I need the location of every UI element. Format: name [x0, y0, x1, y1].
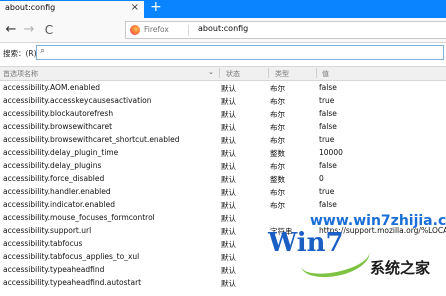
table-row[interactable]: accessibility.AOM.enabled 默认 布尔 false — [0, 81, 446, 94]
watermark-logo: Win7 — [268, 228, 344, 258]
pref-name: accessibility.mouse_focuses_formcontrol — [3, 212, 155, 222]
pref-status: 默认 — [221, 187, 236, 197]
column-header-value[interactable]: 值 — [322, 69, 329, 79]
pref-status: 默认 — [221, 239, 236, 249]
search-label: 搜索：(R) — [3, 49, 37, 58]
table-row[interactable]: accessibility.accesskeycausesactivation 默… — [0, 94, 446, 107]
pref-status: 默认 — [221, 252, 236, 262]
pref-name: accessibility.accesskeycausesactivation — [3, 95, 152, 105]
pref-status: 默认 — [221, 200, 236, 210]
pref-status: 默认 — [221, 122, 236, 132]
search-icon: ⌕ — [40, 46, 46, 56]
pref-status: 默认 — [221, 226, 236, 236]
preferences-table: 首选项名称 ⌄ 状态 类型 值 accessibility.AOM.enable… — [0, 66, 446, 289]
pref-name: accessibility.support.url — [3, 225, 92, 235]
table-row[interactable]: accessibility.browsewithcaret_shortcut.e… — [0, 133, 446, 146]
column-divider[interactable] — [219, 68, 220, 78]
pref-value: 10000 — [319, 147, 343, 157]
watermark-url: www.win7zhijia.cn — [310, 213, 446, 229]
table-row[interactable]: accessibility.blockautorefresh 默认 布尔 false — [0, 107, 446, 120]
pref-type: 布尔 — [270, 122, 285, 132]
pref-value: false — [319, 121, 337, 131]
pref-value: false — [319, 108, 337, 118]
pref-type: 整数 — [270, 174, 285, 184]
pref-status: 默认 — [221, 278, 236, 288]
pref-name: accessibility.typeaheadfind — [3, 264, 105, 274]
pref-value: 0 — [319, 173, 324, 183]
url-bar[interactable]: Firefox about:config — [125, 21, 446, 39]
pref-name: accessibility.handler.enabled — [3, 186, 111, 196]
column-divider[interactable] — [268, 68, 269, 78]
pref-name: accessibility.force_disabled — [3, 173, 105, 183]
pref-status: 默认 — [221, 83, 236, 93]
table-row[interactable]: accessibility.browsewithcaret 默认 布尔 false — [0, 120, 446, 133]
pref-value: true — [319, 95, 335, 105]
pref-type: 布尔 — [270, 109, 285, 119]
tab-strip: about:config × + — [0, 0, 446, 18]
pref-type: 布尔 — [270, 96, 285, 106]
table-header: 首选项名称 ⌄ 状态 类型 值 — [0, 66, 446, 81]
pref-name: accessibility.tabfocus_applies_to_xul — [3, 251, 140, 261]
pref-status: 默认 — [221, 135, 236, 145]
table-row[interactable]: accessibility.delay_plugin_time 默认 整数 10000 — [0, 146, 446, 159]
column-header-type[interactable]: 类型 — [275, 69, 289, 79]
pref-status: 默认 — [221, 148, 236, 158]
pref-type: 布尔 — [270, 135, 285, 145]
watermark-text: 系统之家 — [370, 259, 431, 277]
url-separator — [188, 25, 189, 36]
back-arrow-icon[interactable]: ← — [2, 21, 20, 39]
pref-type: 布尔 — [270, 187, 285, 197]
pref-status: 默认 — [221, 96, 236, 106]
tab-title: about:config — [5, 3, 56, 12]
sort-icon[interactable]: ⌄ — [208, 68, 214, 76]
pref-name: accessibility.delay_plugins — [3, 160, 102, 170]
pref-name: accessibility.delay_plugin_time — [3, 147, 119, 157]
table-row[interactable]: accessibility.force_disabled 默认 整数 0 — [0, 172, 446, 185]
pref-type: 布尔 — [270, 200, 285, 210]
pref-name: accessibility.browsewithcaret — [3, 121, 113, 131]
tab-about-config[interactable]: about:config × — [0, 1, 144, 18]
pref-name: accessibility.tabfocus — [3, 238, 83, 248]
navigation-bar: ← → C Firefox about:config — [0, 18, 446, 43]
column-header-status[interactable]: 状态 — [226, 69, 240, 79]
table-row[interactable]: accessibility.delay_plugins 默认 布尔 false — [0, 159, 446, 172]
table-row[interactable]: accessibility.handler.enabled 默认 布尔 true — [0, 185, 446, 198]
pref-status: 默认 — [221, 109, 236, 119]
pref-status: 默认 — [221, 213, 236, 223]
search-row: 搜索：(R) ⌕ — [0, 43, 446, 63]
pref-name: accessibility.browsewithcaret_shortcut.e… — [3, 134, 180, 144]
pref-status: 默认 — [221, 265, 236, 275]
pref-value: false — [319, 82, 337, 92]
column-header-name[interactable]: 首选项名称 — [3, 69, 38, 79]
pref-value: true — [319, 134, 335, 144]
pref-status: 默认 — [221, 174, 236, 184]
pref-name: accessibility.indicator.enabled — [3, 199, 115, 209]
search-input[interactable]: ⌕ — [36, 45, 444, 60]
forward-arrow-icon[interactable]: → — [20, 21, 38, 39]
pref-name: accessibility.AOM.enabled — [3, 82, 101, 92]
firefox-logo-icon — [130, 25, 140, 35]
new-tab-button[interactable]: + — [150, 0, 162, 15]
pref-name: accessibility.typeaheadfind.autostart — [3, 277, 142, 287]
url-text[interactable]: about:config — [198, 24, 248, 33]
column-divider[interactable] — [316, 68, 317, 78]
table-row[interactable]: accessibility.tabfocus 默认 — [0, 237, 446, 250]
pref-type: 整数 — [270, 148, 285, 158]
close-tab-icon[interactable]: × — [131, 2, 139, 13]
table-row[interactable]: accessibility.indicator.enabled 默认 布尔 false — [0, 198, 446, 211]
pref-status: 默认 — [221, 161, 236, 171]
pref-type: 布尔 — [270, 83, 285, 93]
browser-label: Firefox — [144, 25, 169, 34]
pref-type: 布尔 — [270, 161, 285, 171]
reload-icon[interactable]: C — [40, 21, 58, 39]
pref-value: false — [319, 199, 337, 209]
pref-value: true — [319, 186, 335, 196]
pref-value: false — [319, 160, 337, 170]
pref-name: accessibility.blockautorefresh — [3, 108, 114, 118]
